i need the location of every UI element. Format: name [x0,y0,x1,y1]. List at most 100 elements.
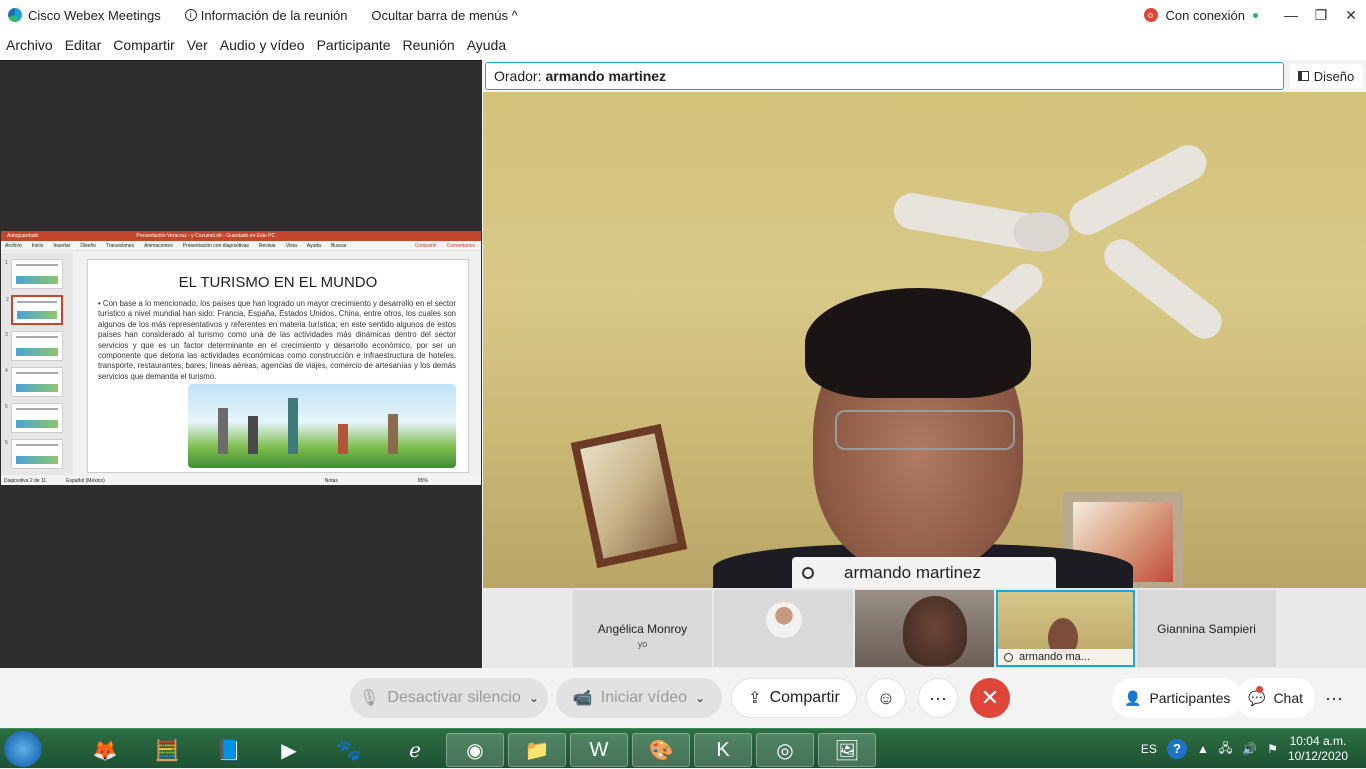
ppt-notes: Notas [324,477,338,484]
firefox-icon[interactable]: 🦊 [76,733,134,767]
participant-tile[interactable] [855,590,994,667]
ppt-title: Presentación Veracruz - y Cozumel.ob - G… [136,233,276,239]
ppt-tab: Inicio [31,242,44,249]
chevron-up-icon: ^ [511,7,518,23]
ppt-search: Buscar [330,242,347,249]
ppt-autosave: Autoguardado [7,233,39,239]
menu-compartir[interactable]: Compartir [113,37,174,53]
hide-menu-bar-button[interactable]: Ocultar barra de menús ^ [371,8,517,23]
menu-audio-video[interactable]: Audio y vídeo [220,37,305,53]
menu-reunion[interactable]: Reunión [403,37,455,53]
participant-tile[interactable]: Angélica Monroy yo [573,590,712,667]
info-icon: i [184,9,197,21]
media-player-icon[interactable]: ▶ [260,733,318,767]
connected-indicator-icon [1253,12,1258,18]
chat-notification-badge [1256,686,1263,693]
participant-video [903,596,967,666]
shared-powerpoint-window: Autoguardado Presentación Veracruz - y C… [1,231,481,485]
minimize-button[interactable]: — [1276,7,1306,23]
clock-date: 10/12/2020 [1287,749,1348,763]
meeting-info-button[interactable]: i Información de la reunión [184,7,348,23]
ppt-tab: Vista [285,242,297,249]
close-window-button[interactable]: ✕ [1336,7,1366,24]
file-explorer-icon[interactable]: 📁 [508,733,566,767]
shared-content-panel: Autoguardado Presentación Veracruz - y C… [0,60,482,668]
more-options-button[interactable]: ··· [918,678,958,718]
speaker-glasses [835,410,1015,450]
ppt-tab: Diseño [80,242,96,249]
participant-tile[interactable] [714,590,853,667]
calculator-icon[interactable]: 🧮 [138,733,196,767]
windows-taskbar: 🦊 🧮 📘 ▶ 🐾 ℯ ◉ 📁 W 🎨 K ◎ 🖼 ES ? ▲ 🖧 🔊 ⚑ 1… [0,728,1366,768]
speaker-prefix: Orador: [494,68,542,84]
action-center-icon[interactable]: ⚑ [1267,742,1278,756]
notes-icon[interactable]: 📘 [200,733,258,767]
participants-button[interactable]: 👤 Participantes [1112,678,1243,718]
ppt-tab: Revisar [258,242,276,249]
participant-label: armando ma... [998,649,1133,665]
chat-label: Chat [1273,690,1304,706]
ppt-share: Compartir [414,242,437,249]
clock-time: 10:04 a.m. [1289,734,1347,748]
connection-status-icon: o [1143,8,1158,22]
show-hidden-icons-icon[interactable]: ▲ [1197,742,1209,756]
meeting-info-label: Información de la reunión [200,7,348,23]
paint-icon[interactable]: 🎨 [632,733,690,767]
start-button[interactable] [4,731,42,767]
gimp-icon[interactable]: 🐾 [320,733,378,767]
chevron-down-icon[interactable]: ⌄ [695,691,705,705]
slide-thumbnail: 6 [5,439,63,469]
end-meeting-button[interactable]: ✕ [970,678,1010,718]
menu-archivo[interactable]: Archivo [6,37,53,53]
internet-explorer-icon[interactable]: ℯ [386,733,444,767]
restore-button[interactable]: ❐ [1306,7,1336,24]
chrome-icon[interactable]: ◉ [446,733,504,767]
start-video-button[interactable]: 📹 Iniciar vídeo ⌄ [556,678,722,718]
ppt-tab: Insertar [53,242,71,249]
more-panels-button[interactable]: ··· [1314,678,1354,718]
ppt-title-bar: Autoguardado Presentación Veracruz - y C… [1,231,481,241]
help-icon[interactable]: ? [1166,739,1187,759]
chat-button[interactable]: 💬 Chat [1236,678,1316,718]
participant-tile-active[interactable]: armando ma... [996,590,1135,667]
photo-viewer-icon[interactable]: 🖼 [818,733,876,767]
microphone-icon [1004,652,1013,662]
slide-body: • Con base a lo mencionado, los países q… [98,299,456,381]
connection-status: Con conexión [1165,7,1246,23]
microphone-icon: 🎙 [359,690,380,707]
close-icon: ✕ [980,685,1000,710]
menu-ayuda[interactable]: Ayuda [467,37,506,53]
webex-taskbar-icon[interactable]: ◎ [756,733,814,767]
clock[interactable]: 10:04 a.m. 10/12/2020 [1288,734,1348,764]
layout-button[interactable]: Diseño [1290,64,1362,88]
volume-icon[interactable]: 🔊 [1242,742,1257,756]
thumb-number: 3 [5,332,8,338]
speaker-name: armando martinez [545,68,667,84]
hide-menu-label: Ocultar barra de menús [371,7,508,23]
menu-editar[interactable]: Editar [65,37,102,53]
kaspersky-icon[interactable]: K [694,733,752,767]
network-icon[interactable]: 🖧 [1219,739,1232,760]
word-icon[interactable]: W [570,733,628,767]
menu-ver[interactable]: Ver [187,37,208,53]
ppt-slide-counter: Diapositiva 2 de 11 [4,477,47,484]
participant-name: Angélica Monroy [597,622,688,636]
chevron-down-icon[interactable]: ⌄ [529,691,539,705]
participant-tile[interactable]: Giannina Sampieri [1137,590,1276,667]
ppt-thumbnail-pane: 1 2 3 4 5 6 [1,253,73,475]
app-title: Cisco Webex Meetings [0,8,161,23]
share-button[interactable]: ⇪ Compartir [731,678,857,718]
thumb-number: 4 [5,368,8,374]
language-indicator[interactable]: ES [1141,742,1157,756]
start-video-label: Iniciar vídeo [600,689,688,706]
reactions-button[interactable]: ☺ [866,678,906,718]
current-slide: EL TURISMO EN EL MUNDO • Con base a lo m… [87,259,469,473]
participant-filmstrip: Angélica Monroy yo armando ma... Giannin… [483,588,1366,668]
ppt-tab: Animaciones [144,242,173,249]
unmute-button[interactable]: 🎙 Desactivar silencio ⌄ [350,678,548,718]
participant-name: Giannina Sampieri [1157,622,1256,636]
ppt-tab: Archivo [5,242,22,249]
menu-participante[interactable]: Participante [317,37,391,53]
ppt-status-bar: Diapositiva 2 de 11 Español (México) Not… [1,476,481,485]
layout-label: Diseño [1313,68,1355,84]
